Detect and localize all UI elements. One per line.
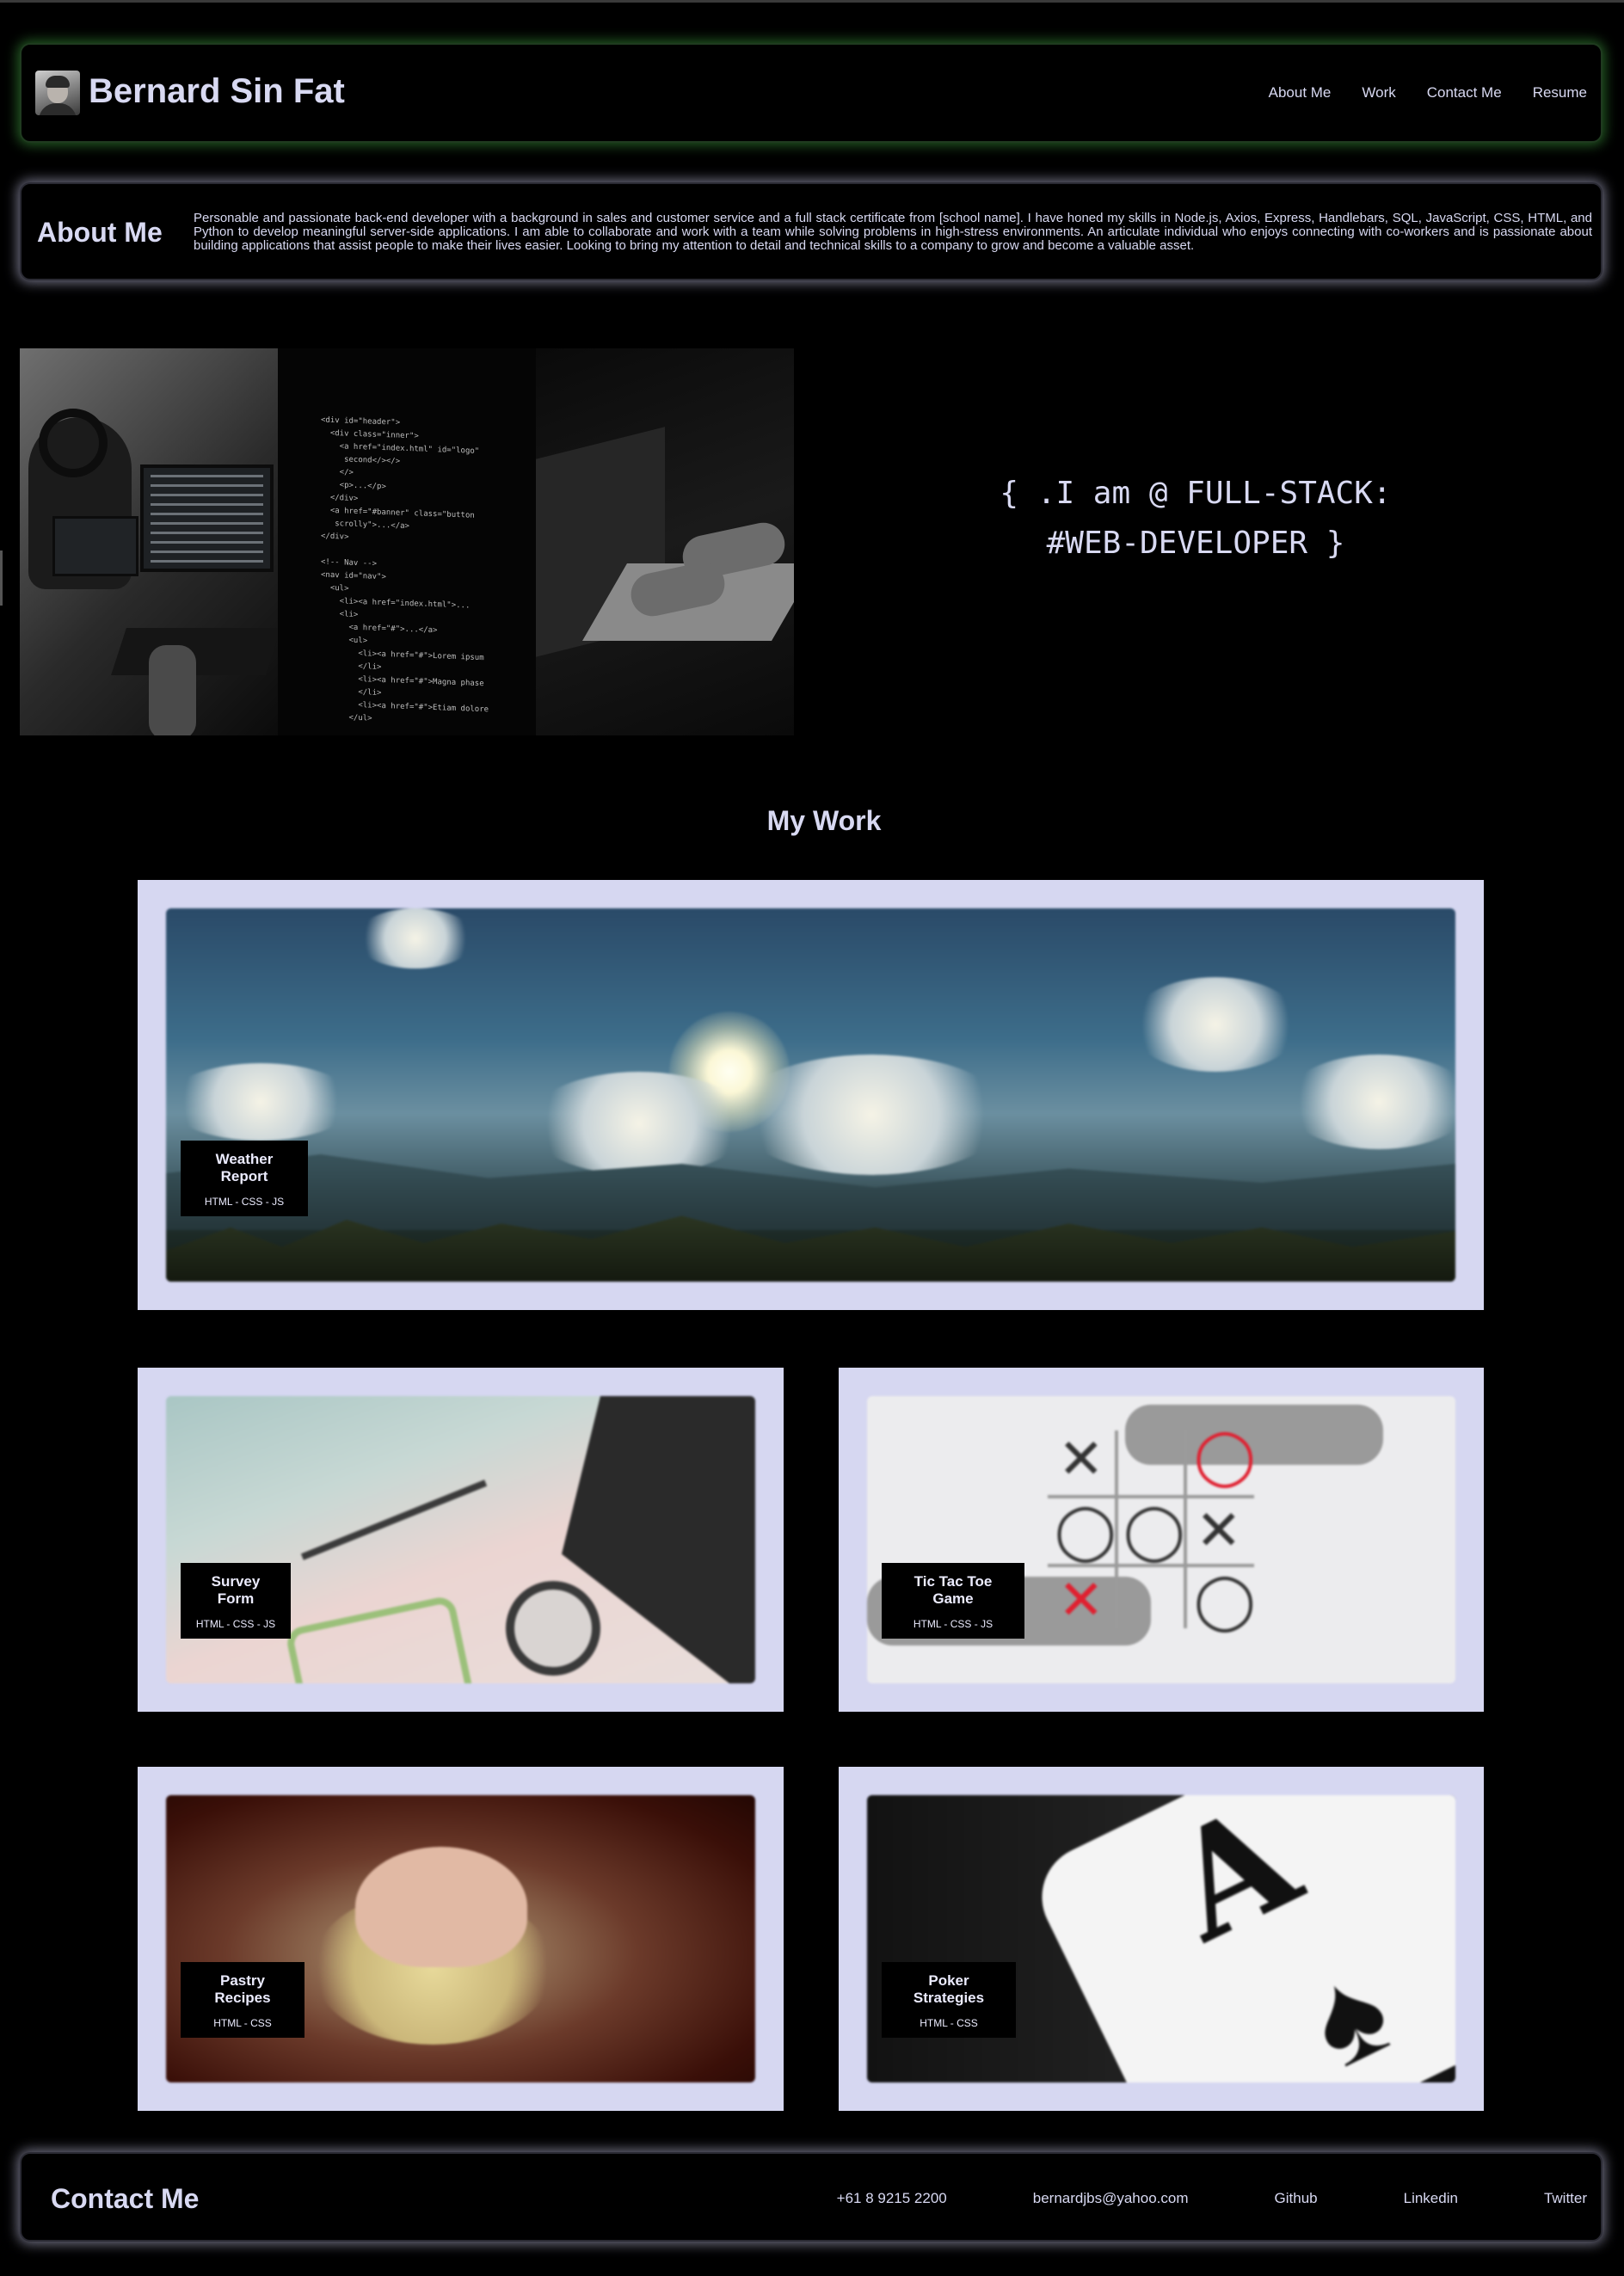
contact-twitter-link[interactable]: Twitter [1544,2190,1587,2207]
project-label: Weather Report HTML - CSS - JS [181,1141,308,1216]
nav-resume[interactable]: Resume [1533,84,1587,101]
project-card-poker-strategies[interactable]: A ♠ Poker Strategies HTML - CSS [839,1767,1484,2111]
tic-tac-toe-image: ✕ ◯ ◯ ◯ ✕ ✕ ◯ [867,1396,1455,1683]
project-title: Survey Form [211,1573,261,1607]
contact-linkedin-link[interactable]: Linkedin [1404,2190,1458,2207]
contact-section: Contact Me +61 8 9215 2200 bernardjbs@ya… [20,2152,1602,2242]
project-title: Pastry Recipes [214,1972,271,2006]
survey-form-image [166,1396,755,1683]
nav-work[interactable]: Work [1362,84,1395,101]
project-tech: HTML - CSS - JS [204,1196,285,1208]
main-nav: About Me Work Contact Me Resume [1269,84,1587,101]
tagline-line-1: { .I am @ FULL-STACK: [1000,476,1392,511]
hero-panel-developer [20,348,281,735]
weather-report-image [166,908,1455,1282]
hero-tagline: { .I am @ FULL-STACK: #WEB-DEVELOPER } [946,469,1445,569]
project-title: Poker Strategies [913,1972,985,2006]
site-name: Bernard Sin Fat [89,72,345,110]
contact-email[interactable]: bernardjbs@yahoo.com [1033,2190,1189,2207]
project-tech: HTML - CSS [213,2017,272,2029]
project-card-survey-form[interactable]: Survey Form HTML - CSS - JS [138,1368,784,1712]
nav-contact-me[interactable]: Contact Me [1427,84,1502,101]
contact-phone[interactable]: +61 8 9215 2200 [837,2190,947,2207]
project-label: Pastry Recipes HTML - CSS [181,1962,304,2038]
project-tech: HTML - CSS - JS [195,1618,276,1630]
avatar [35,71,80,115]
project-card-pastry-recipes[interactable]: Pastry Recipes HTML - CSS [138,1767,784,2111]
top-border [0,0,1624,3]
about-text: Personable and passionate back-end devel… [194,211,1592,253]
pastry-recipes-image [166,1795,755,2082]
project-card-weather-report[interactable]: Weather Report HTML - CSS - JS [138,880,1484,1310]
about-title: About Me [37,217,163,248]
contact-links: +61 8 9215 2200 bernardjbs@yahoo.com Git… [837,2190,1587,2207]
project-title: Tic Tac Toe Game [914,1573,993,1607]
site-header: Bernard Sin Fat About Me Work Contact Me… [20,43,1602,143]
side-tab [0,551,3,606]
contact-github-link[interactable]: Github [1275,2190,1318,2207]
hero-image: <div id="header"> <div class="inner"> <a… [20,348,794,735]
nav-about-me[interactable]: About Me [1269,84,1332,101]
work-title: My Work [766,805,882,836]
hero-panel-laptop [536,348,794,735]
project-label: Tic Tac Toe Game HTML - CSS - JS [882,1563,1024,1639]
project-tech: HTML - CSS [920,2017,978,2029]
about-section: About Me Personable and passionate back-… [20,182,1602,280]
contact-title: Contact Me [51,2183,200,2214]
poker-strategies-image: A ♠ [867,1795,1455,2082]
hero-panel-code: <div id="header"> <div class="inner"> <a… [278,348,536,735]
project-card-tic-tac-toe[interactable]: ✕ ◯ ◯ ◯ ✕ ✕ ◯ Tic Tac Toe Game HTML - CS… [839,1368,1484,1712]
project-label: Survey Form HTML - CSS - JS [181,1563,291,1639]
tagline-line-2: #WEB-DEVELOPER } [1046,526,1345,561]
project-title: Weather Report [215,1151,274,1184]
project-tech: HTML - CSS - JS [913,1618,993,1630]
project-label: Poker Strategies HTML - CSS [882,1962,1016,2038]
